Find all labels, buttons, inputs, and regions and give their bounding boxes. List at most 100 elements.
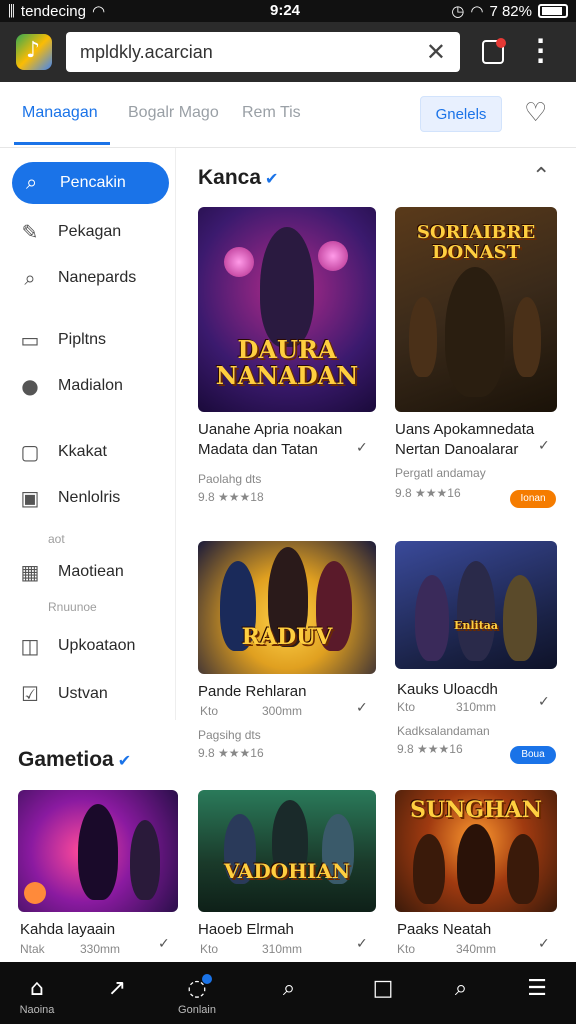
chevron-up-icon[interactable]: ⌃ bbox=[532, 164, 550, 189]
check-icon[interactable]: ✓ bbox=[538, 694, 550, 710]
status-badge[interactable]: Ionan bbox=[510, 490, 556, 508]
card-size: 340mm bbox=[456, 942, 497, 956]
home-icon: ⌂ bbox=[30, 976, 44, 1001]
pin-icon[interactable]: ✓ bbox=[538, 438, 550, 454]
frame-icon: ◫ bbox=[20, 634, 40, 658]
game-card-image[interactable]: Enlitaa bbox=[395, 541, 557, 669]
game-art-title: VADOHIAN bbox=[223, 859, 351, 883]
card-title[interactable]: Uanahe Apria noakan Madata dan Tatan bbox=[198, 420, 348, 460]
sidebar-item-madialon[interactable]: ● Madialon bbox=[18, 372, 168, 402]
character-figure bbox=[409, 297, 437, 377]
sidebar-item-maotiean[interactable]: ▦ Maotiean bbox=[18, 558, 168, 588]
game-card-image[interactable]: RADUV bbox=[198, 541, 376, 674]
more-vert-icon[interactable]: · · · bbox=[536, 29, 545, 73]
character-figure bbox=[445, 267, 505, 397]
search-icon: ⌕ bbox=[24, 266, 36, 290]
sidebar-item-nenlolris[interactable]: ▣ Nenlolris bbox=[18, 484, 168, 514]
card-meta: Pergatl andamay bbox=[395, 466, 486, 480]
nav-chat[interactable]: ◌ Gonlain bbox=[162, 962, 232, 1024]
game-card-image[interactable] bbox=[18, 790, 178, 912]
sidebar-item-label: Kkakat bbox=[58, 443, 107, 460]
heart-icon[interactable]: ♡ bbox=[524, 98, 547, 128]
game-card-image[interactable]: VADOHIAN bbox=[198, 790, 376, 912]
signal-icon: ⫼ bbox=[8, 2, 15, 20]
card-meta: Pagsihg dts bbox=[198, 728, 261, 742]
sidebar-item-active[interactable]: ⌕ Pencakin bbox=[12, 162, 169, 204]
sidebar-item-label: Madialon bbox=[58, 377, 123, 394]
sidebar-item-label: Nenlolris bbox=[58, 489, 121, 506]
character-figure bbox=[260, 227, 314, 347]
notification-dot bbox=[202, 974, 212, 984]
nav-search[interactable]: ⌕ bbox=[254, 962, 324, 1024]
square-icon: □ bbox=[372, 976, 394, 1001]
battery-percent: 7 82% bbox=[489, 2, 532, 20]
status-badge[interactable]: Boua bbox=[510, 746, 556, 764]
search-icon: ⌕ bbox=[282, 976, 296, 1001]
character-figure bbox=[507, 834, 539, 904]
sidebar-item-pekagan[interactable]: ✎ Pekagan bbox=[18, 218, 168, 248]
card-size: 310mm bbox=[456, 700, 497, 714]
sidebar-subheading: aot bbox=[48, 532, 65, 546]
document-icon: ▢ bbox=[20, 440, 40, 464]
game-card-image[interactable]: DAURA NANADAN bbox=[198, 207, 376, 412]
checkbox-icon: ☑ bbox=[21, 682, 39, 706]
card-size: 300mm bbox=[262, 704, 303, 718]
card-title[interactable]: Uans Apokamnedata Nertan Danoalarar bbox=[395, 420, 545, 460]
game-badge-icon bbox=[24, 882, 46, 904]
card-rating: 9.8 ★★★18 bbox=[198, 490, 264, 504]
check-icon[interactable]: ✓ bbox=[356, 700, 368, 716]
url-text[interactable]: mpldkly.acarcian bbox=[80, 42, 213, 63]
search-icon: ⌕ bbox=[454, 976, 468, 1001]
nav-search-2[interactable]: ⌕ bbox=[426, 962, 496, 1024]
character-figure bbox=[130, 820, 160, 900]
check-icon[interactable]: ✓ bbox=[538, 936, 550, 952]
game-art-title: SUNGHAN bbox=[410, 797, 542, 823]
sidebar-item-label: Pipltns bbox=[58, 331, 107, 348]
nav-home[interactable]: ⌂ Naoina bbox=[2, 962, 72, 1024]
sidebar-item-label: Ustvan bbox=[58, 685, 108, 702]
card-rating: 9.8 ★★★16 bbox=[198, 746, 264, 760]
card-title[interactable]: Paaks Neatah bbox=[397, 920, 547, 940]
game-art-title: RADUV bbox=[241, 624, 333, 650]
section-title: Gametioa ✔ bbox=[18, 748, 132, 771]
tab-bogalr-mago[interactable]: Bogalr Mago bbox=[128, 104, 219, 122]
card-title[interactable]: Haoeb Elrmah bbox=[198, 920, 348, 940]
sidebar-item-pipltns[interactable]: ▭ Pipltns bbox=[18, 326, 168, 356]
card-title[interactable]: Kauks Uloacdh bbox=[397, 680, 547, 700]
square-icon: ▣ bbox=[20, 486, 40, 510]
browser-toolbar: mpldkly.acarcian ✕ ··· bbox=[0, 22, 576, 82]
sidebar-item-label: Nanepards bbox=[58, 269, 137, 286]
nav-square[interactable]: □ bbox=[348, 962, 418, 1024]
menu-icon: ☰ bbox=[527, 976, 547, 1001]
status-bar: ⫼ tendecing ◠ 9:24 ◷ ◠ 7 82% bbox=[0, 0, 576, 22]
sidebar-item-nanepards[interactable]: ⌕ Nanepards bbox=[18, 264, 168, 294]
nav-share[interactable]: ↗ bbox=[82, 962, 152, 1024]
verified-icon: ✔ bbox=[265, 171, 279, 188]
check-icon[interactable]: ✓ bbox=[158, 936, 170, 952]
notification-dot bbox=[496, 38, 506, 48]
game-card-image[interactable]: SUNGHAN bbox=[395, 790, 557, 912]
check-icon[interactable]: ✓ bbox=[356, 936, 368, 952]
game-card-image[interactable]: SORIAIBRE DONAST bbox=[395, 207, 557, 412]
sidebar-subheading: Rnuunoe bbox=[48, 600, 97, 614]
sidebar-item-ustvan[interactable]: ☑ Ustvan bbox=[18, 680, 168, 710]
tab-action-button[interactable]: Gnelels bbox=[420, 96, 502, 132]
app-logo-icon[interactable] bbox=[16, 34, 52, 70]
sidebar-item-kkakat[interactable]: ▢ Kkakat bbox=[18, 438, 168, 468]
card-title[interactable]: Pande Rehlaran bbox=[198, 682, 348, 702]
card-meta: Kto bbox=[200, 704, 219, 718]
sidebar-item-label: Upkoataon bbox=[58, 637, 136, 654]
card-meta: Paolahg dts bbox=[198, 472, 262, 486]
close-icon[interactable]: ✕ bbox=[426, 38, 446, 66]
tab-manaagan[interactable]: Manaagan bbox=[22, 104, 98, 122]
sidebar-item-upkoataon[interactable]: ◫ Upkoataon bbox=[18, 632, 168, 662]
tab-rem-tis[interactable]: Rem Tis bbox=[242, 104, 301, 122]
carrier-label: tendecing bbox=[20, 2, 86, 20]
search-icon: ⌕ bbox=[26, 170, 38, 194]
card-title[interactable]: Kahda layaain bbox=[20, 920, 170, 940]
nav-menu[interactable]: ☰ bbox=[502, 962, 572, 1024]
check-icon[interactable]: ✓ bbox=[356, 440, 368, 456]
character-figure bbox=[413, 834, 445, 904]
url-bar[interactable]: mpldkly.acarcian ✕ bbox=[66, 32, 460, 72]
card-rating: 9.8 ★★★16 bbox=[395, 486, 461, 500]
